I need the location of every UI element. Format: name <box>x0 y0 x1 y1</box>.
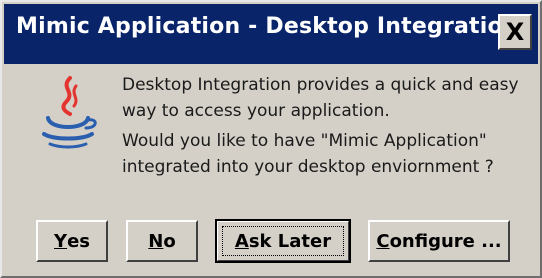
java-coffee-cup-icon <box>42 76 97 149</box>
yes-label-rest: es <box>67 230 90 252</box>
ask-later-mnemonic: A <box>234 230 249 252</box>
close-button[interactable]: X <box>498 14 532 50</box>
dialog-message: Desktop Integration provides a quick and… <box>122 72 532 180</box>
configure-button[interactable]: Configure ... <box>368 220 510 262</box>
desktop-integration-dialog: Mimic Application - Desktop Integration … <box>0 0 542 278</box>
no-button[interactable]: No <box>126 220 198 262</box>
no-mnemonic: N <box>148 230 164 252</box>
title-bar[interactable]: Mimic Application - Desktop Integration … <box>4 4 538 64</box>
configure-mnemonic: C <box>376 230 390 252</box>
dialog-content: Desktop Integration provides a quick and… <box>2 64 540 276</box>
ask-later-button[interactable]: Ask Later <box>215 219 351 263</box>
message-line-3: Would you like to have "Mimic Applicatio… <box>122 131 487 151</box>
window-title: Mimic Application - Desktop Integration <box>16 14 519 39</box>
yes-button[interactable]: Yes <box>36 220 108 262</box>
no-label-rest: o <box>163 230 176 252</box>
configure-label-rest: onfigure ... <box>389 230 502 252</box>
close-icon: X <box>505 18 525 46</box>
message-line-4: integrated into your desktop enviornment… <box>122 157 494 177</box>
ask-later-label-rest: sk Later <box>248 230 332 252</box>
message-line-1: Desktop Integration provides a quick and… <box>122 75 519 95</box>
yes-mnemonic: Y <box>54 230 68 252</box>
message-line-2: way to access your application. <box>122 101 390 121</box>
